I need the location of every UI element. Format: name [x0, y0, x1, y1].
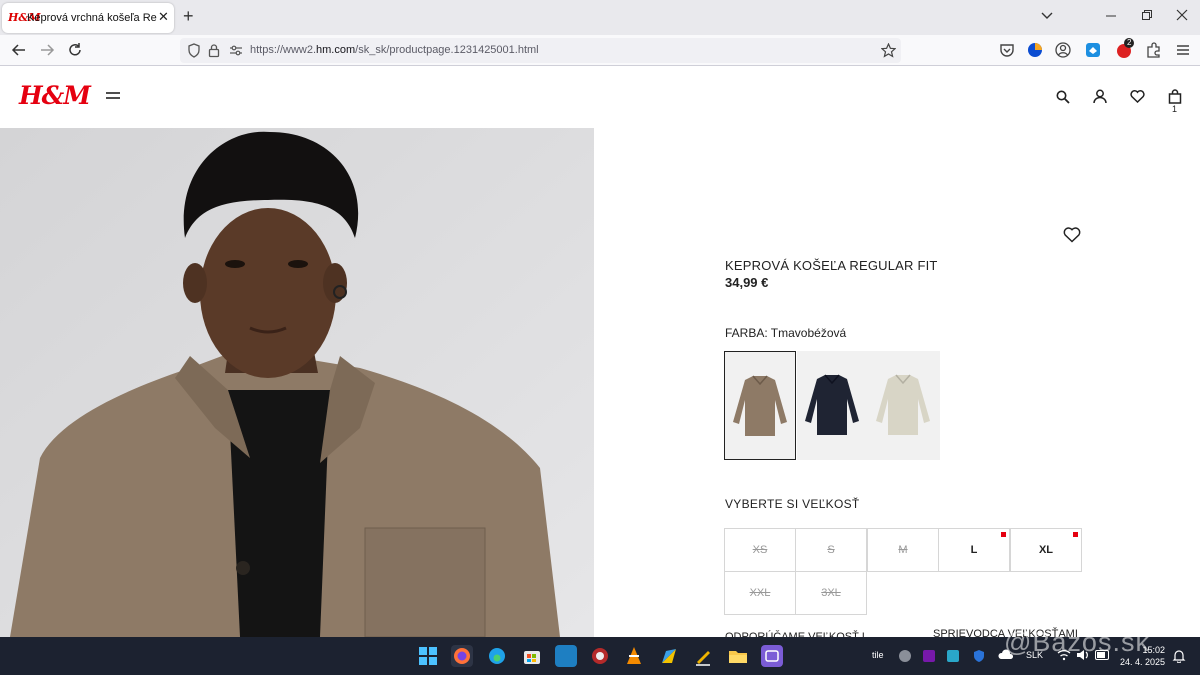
site-header: H&M: [0, 66, 1200, 128]
tray-app-icon[interactable]: [946, 649, 960, 663]
app-taskbar-icon[interactable]: [555, 645, 577, 667]
pocket-icon[interactable]: [998, 41, 1016, 59]
watermark: @Bazos.sk: [1004, 627, 1150, 657]
tray-defender-icon[interactable]: [972, 649, 986, 663]
low-stock-indicator: [1073, 532, 1078, 537]
tracking-protection-shield-icon[interactable]: [187, 43, 201, 58]
restore-button[interactable]: [1141, 8, 1153, 22]
product-title: KEPROVÁ KOŠEĽA REGULAR FIT: [725, 258, 938, 273]
edge-taskbar-icon[interactable]: [486, 645, 508, 667]
browser-tab-active[interactable]: H&M Keprová vrchná košeľa Regular ✕: [2, 3, 174, 33]
bookmark-star-icon[interactable]: [881, 43, 896, 58]
extensions-puzzle-icon[interactable]: [1145, 41, 1163, 59]
size-heading: VYBERTE SI VEĽKOSŤ: [725, 497, 860, 511]
color-swatch-dark-beige[interactable]: [724, 351, 796, 460]
color-swatch-dark-blue[interactable]: [797, 351, 869, 460]
extension-badge-icon[interactable]: 2: [1115, 38, 1135, 59]
account-icon[interactable]: [1054, 41, 1072, 59]
app-pen-taskbar-icon[interactable]: [692, 645, 714, 667]
forward-arrow-icon[interactable]: [38, 41, 56, 59]
firefox-sync-icon[interactable]: [1026, 41, 1044, 59]
reload-icon[interactable]: [66, 41, 84, 59]
new-tab-button[interactable]: +: [183, 7, 194, 25]
site-permissions-icon[interactable]: [229, 44, 243, 57]
app-menu-icon[interactable]: [1174, 41, 1192, 59]
weather-text[interactable]: tile: [872, 650, 884, 660]
cart-count: 1: [1172, 104, 1178, 114]
tab-title: Keprová vrchná košeľa Regular: [27, 12, 157, 24]
tray-onenote-icon[interactable]: [922, 649, 936, 663]
size-option-l[interactable]: L: [938, 528, 1010, 572]
shopping-bag-icon[interactable]: [1168, 89, 1182, 104]
start-windows-icon[interactable]: [417, 645, 439, 667]
search-icon[interactable]: [1056, 90, 1070, 104]
file-explorer-taskbar-icon[interactable]: [727, 645, 749, 667]
product-image[interactable]: [0, 128, 594, 637]
account-icon[interactable]: [1093, 89, 1107, 104]
size-option-s[interactable]: S: [795, 528, 867, 572]
product-price: 34,99 €: [725, 275, 769, 290]
close-tab-icon[interactable]: ✕: [158, 9, 169, 25]
size-option-xxl[interactable]: XXL: [724, 571, 796, 615]
back-arrow-icon[interactable]: [10, 41, 28, 59]
app-red-taskbar-icon[interactable]: [589, 645, 611, 667]
tray-skype-icon[interactable]: [898, 649, 912, 663]
app-yellow-taskbar-icon[interactable]: [658, 645, 680, 667]
browser-tab-strip: H&M Keprová vrchná košeľa Regular ✕ +: [0, 0, 1200, 35]
firefox-taskbar-icon[interactable]: [451, 645, 473, 667]
browser-toolbar: https://www2.hm.com/sk_sk/productpage.12…: [0, 35, 1200, 66]
notification-bell-icon[interactable]: [1172, 649, 1186, 663]
size-option-m[interactable]: M: [867, 528, 939, 572]
minimize-button[interactable]: [1105, 8, 1117, 22]
url-text[interactable]: https://www2.hm.com/sk_sk/productpage.12…: [250, 44, 539, 56]
color-swatch-light-beige[interactable]: [868, 351, 940, 460]
add-to-favorites-heart-icon[interactable]: [1063, 227, 1081, 243]
color-label: FARBA: Tmavobéžová: [725, 326, 847, 340]
low-stock-indicator: [1001, 532, 1006, 537]
vlc-taskbar-icon[interactable]: [623, 645, 645, 667]
app-purple-taskbar-icon[interactable]: [761, 645, 783, 667]
address-bar[interactable]: https://www2.hm.com/sk_sk/productpage.12…: [180, 38, 901, 63]
size-option-xs[interactable]: XS: [724, 528, 796, 572]
close-window-button[interactable]: [1176, 8, 1188, 22]
extension-bird-icon[interactable]: [1084, 41, 1102, 59]
hm-logo[interactable]: H&M: [19, 81, 91, 110]
favorites-heart-icon[interactable]: [1130, 90, 1145, 103]
lock-icon[interactable]: [208, 43, 220, 58]
size-option-3xl[interactable]: 3XL: [795, 571, 867, 615]
hamburger-menu-icon[interactable]: [106, 91, 120, 103]
store-taskbar-icon[interactable]: [521, 645, 543, 667]
tab-list-chevron-icon[interactable]: [1040, 8, 1054, 22]
size-option-xl[interactable]: XL: [1010, 528, 1082, 572]
